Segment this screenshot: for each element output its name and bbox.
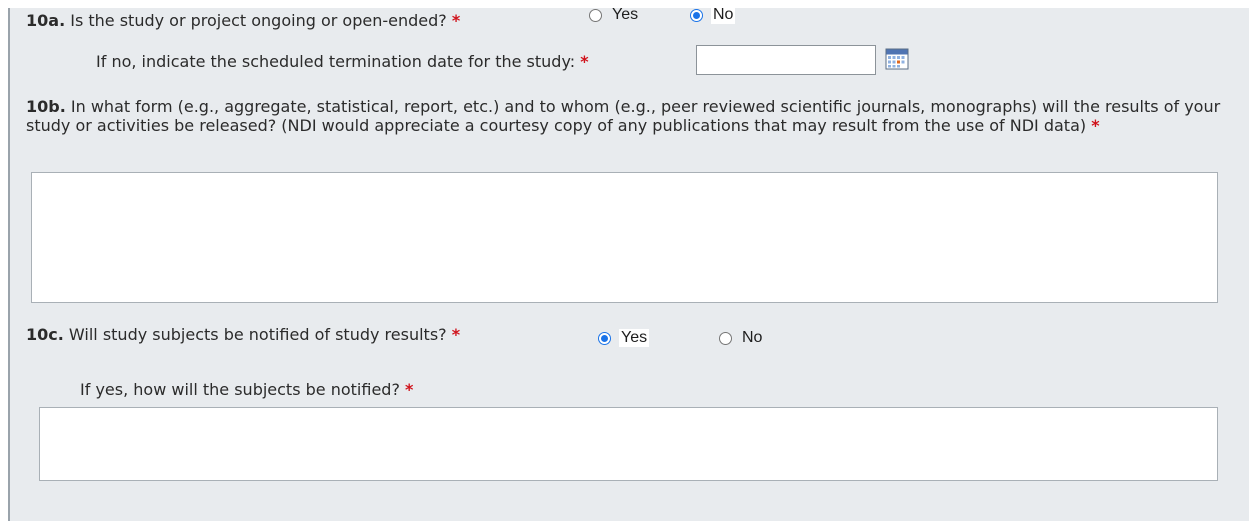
radio-button-checked[interactable]	[690, 8, 703, 22]
question-number: 10a.	[26, 11, 66, 30]
notify-method-label: If yes, how will the subjects be notifie…	[80, 380, 413, 399]
question-text: In what form (e.g., aggregate, statistic…	[26, 97, 1221, 135]
required-marker: *	[405, 380, 414, 399]
radio-button-checked[interactable]	[598, 331, 611, 345]
question-number: 10c.	[26, 325, 64, 344]
required-marker: *	[451, 11, 461, 30]
required-marker: *	[580, 52, 589, 71]
radio-10a-no[interactable]: No	[690, 6, 736, 24]
radio-label-no: No	[711, 6, 736, 24]
radio-button[interactable]	[719, 331, 732, 345]
radio-10c-no[interactable]: No	[719, 329, 764, 347]
radio-label-yes: Yes	[619, 329, 650, 347]
radio-button[interactable]	[589, 8, 602, 22]
question-10b: 10b. In what form (e.g., aggregate, stat…	[26, 97, 1226, 135]
radio-label-no: No	[742, 329, 763, 346]
termination-date-label: If no, indicate the scheduled terminatio…	[96, 52, 589, 71]
results-release-textarea[interactable]	[31, 172, 1218, 303]
required-marker: *	[1091, 116, 1100, 135]
question-10a: 10a. Is the study or project ongoing or …	[26, 11, 460, 30]
required-marker: *	[451, 325, 461, 344]
question-text: Will study subjects be notified of study…	[68, 325, 447, 344]
radio-label-yes: Yes	[612, 6, 639, 23]
radio-10a-yes[interactable]: Yes	[589, 6, 640, 24]
calendar-icon[interactable]	[885, 48, 909, 70]
termination-date-input[interactable]	[696, 45, 876, 75]
radio-10c-yes[interactable]: Yes	[598, 329, 650, 347]
question-number: 10b.	[26, 97, 66, 116]
notify-method-textarea[interactable]	[39, 407, 1218, 481]
question-10c: 10c. Will study subjects be notified of …	[26, 325, 460, 344]
termination-label-text: If no, indicate the scheduled terminatio…	[96, 52, 576, 71]
notify-label-text: If yes, how will the subjects be notifie…	[80, 380, 400, 399]
question-text: Is the study or project ongoing or open-…	[70, 11, 447, 30]
